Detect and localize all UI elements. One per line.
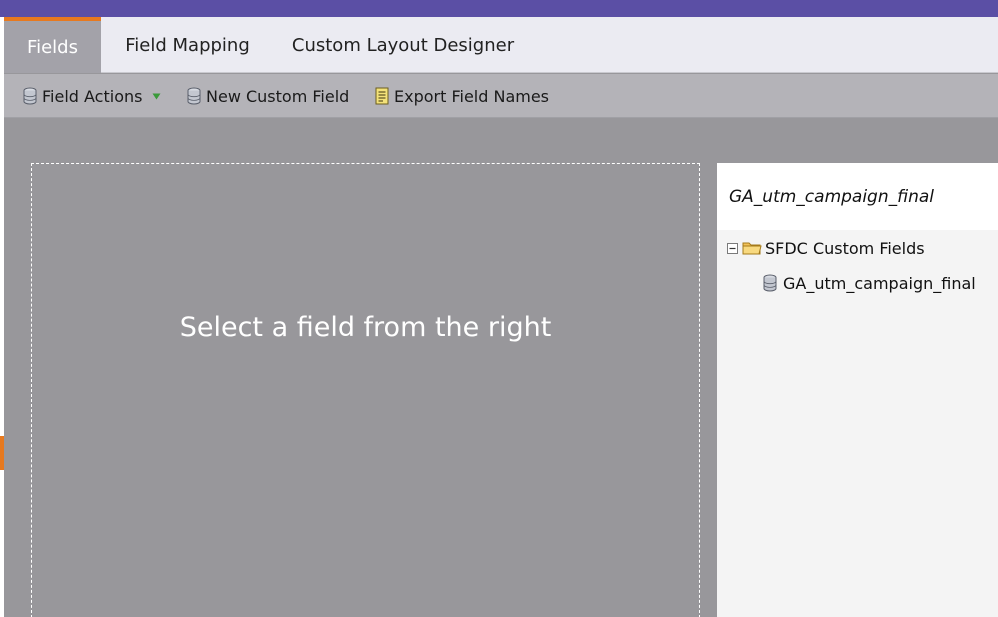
placeholder-message: Select a field from the right [179,312,552,343]
field-actions-button[interactable]: Field Actions [22,74,161,118]
tab-field-mapping-label: Field Mapping [125,34,250,56]
tab-fields[interactable]: Fields [4,17,101,73]
database-icon [187,87,201,105]
tree-item-ga-utm-campaign-final[interactable]: GA_utm_campaign_final [762,270,976,296]
tab-strip: Fields Field Mapping Custom Layout Desig… [0,17,998,73]
triangle-down-icon [152,93,161,99]
tab-fields-label: Fields [27,36,78,58]
field-detail-area: Select a field from the right [31,163,700,617]
document-icon [375,87,389,105]
export-field-names-button[interactable]: Export Field Names [374,74,549,118]
tree-folder-label: SFDC Custom Fields [765,238,925,258]
folder-icon [742,242,762,255]
tab-custom-layout-designer-label: Custom Layout Designer [291,34,515,56]
database-icon [23,87,37,105]
minus-box-icon[interactable] [727,242,738,254]
export-field-names-label: Export Field Names [394,86,550,106]
field-actions-label: Field Actions [42,86,143,106]
tab-custom-layout-designer[interactable]: Custom Layout Designer [282,17,524,73]
new-custom-field-label: New Custom Field [206,86,350,106]
selected-field-title: GA_utm_campaign_final [717,163,998,230]
tree-item-label: GA_utm_campaign_final [783,273,976,293]
toolbar: Field Actions New Custom Field Export Fi… [4,74,998,118]
tab-field-mapping[interactable]: Field Mapping [110,17,265,73]
new-custom-field-button[interactable]: New Custom Field [186,74,349,118]
tree-folder-sfdc-custom-fields[interactable]: SFDC Custom Fields [727,235,925,261]
top-brand-bar [0,0,998,17]
field-tree-panel: GA_utm_campaign_final SFDC Custom Fields… [717,163,998,617]
database-icon [763,274,777,292]
